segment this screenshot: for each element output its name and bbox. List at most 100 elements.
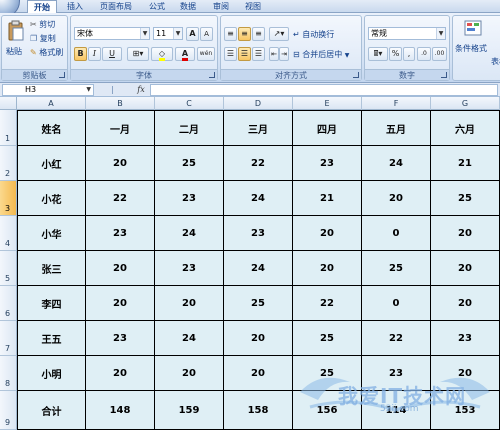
value-cell[interactable]: 0 <box>362 286 431 321</box>
clipboard-launcher-icon[interactable] <box>59 72 65 78</box>
column-header-c[interactable]: C <box>155 97 224 110</box>
row-header-4[interactable]: 4 <box>0 216 17 251</box>
value-cell[interactable]: 21 <box>431 146 500 181</box>
name-cell[interactable]: 小花 <box>17 181 86 216</box>
value-cell[interactable]: 23 <box>86 321 155 356</box>
value-cell[interactable]: 20 <box>362 181 431 216</box>
name-box[interactable]: H3 ▼ <box>2 84 94 96</box>
value-cell[interactable]: 20 <box>293 216 362 251</box>
column-header-f[interactable]: F <box>362 97 431 110</box>
value-cell[interactable]: 20 <box>86 356 155 391</box>
font-name-select[interactable]: 宋体 ▼ <box>74 27 150 40</box>
value-cell[interactable]: 25 <box>224 286 293 321</box>
header-cell[interactable]: 姓名 <box>17 110 86 146</box>
value-cell[interactable]: 148 <box>86 391 155 430</box>
value-cell[interactable]: 22 <box>362 321 431 356</box>
value-cell[interactable]: 20 <box>155 286 224 321</box>
row-header-1[interactable]: 1 <box>0 110 17 146</box>
value-cell[interactable]: 23 <box>86 216 155 251</box>
fill-color-button[interactable]: ◇ <box>151 47 173 61</box>
tab-insert[interactable]: 插入 <box>62 0 88 13</box>
value-cell[interactable]: 20 <box>224 356 293 391</box>
header-cell[interactable]: 五月 <box>362 110 431 146</box>
name-cell[interactable]: 李四 <box>17 286 86 321</box>
row-header-8[interactable]: 8 <box>0 356 17 391</box>
column-header-g[interactable]: G <box>431 97 500 110</box>
italic-button[interactable]: I <box>88 47 101 61</box>
orientation-button[interactable]: ↗▾ <box>269 27 289 41</box>
value-cell[interactable]: 20 <box>431 251 500 286</box>
row-header-5[interactable]: 5 <box>0 251 17 286</box>
shrink-font-button[interactable]: A <box>200 27 213 41</box>
align-right-button[interactable]: ☰ <box>252 47 265 61</box>
paste-button[interactable] <box>7 20 25 42</box>
value-cell[interactable]: 20 <box>431 356 500 391</box>
value-cell[interactable]: 25 <box>293 356 362 391</box>
value-cell[interactable]: 24 <box>224 181 293 216</box>
value-cell[interactable]: 22 <box>293 286 362 321</box>
font-size-select[interactable]: 11 ▼ <box>153 27 183 40</box>
value-cell[interactable]: 24 <box>224 251 293 286</box>
value-cell[interactable]: 22 <box>224 146 293 181</box>
value-cell[interactable]: 156 <box>293 391 362 430</box>
tab-page-layout[interactable]: 页面布局 <box>92 0 140 13</box>
formula-input[interactable] <box>150 84 498 96</box>
value-cell[interactable]: 25 <box>431 181 500 216</box>
value-cell[interactable]: 24 <box>155 321 224 356</box>
name-cell[interactable]: 张三 <box>17 251 86 286</box>
copy-button[interactable]: ❐ 复制 <box>30 33 56 44</box>
value-cell[interactable]: 153 <box>431 391 500 430</box>
bold-button[interactable]: B <box>74 47 87 61</box>
value-cell[interactable]: 23 <box>293 146 362 181</box>
value-cell[interactable]: 23 <box>155 251 224 286</box>
header-cell[interactable]: 四月 <box>293 110 362 146</box>
name-cell[interactable]: 小华 <box>17 216 86 251</box>
tab-view[interactable]: 视图 <box>240 0 266 13</box>
decrease-indent-button[interactable]: ⇤ <box>269 47 279 61</box>
font-launcher-icon[interactable] <box>209 72 215 78</box>
name-cell[interactable]: 小明 <box>17 356 86 391</box>
row-header-9[interactable]: 9 <box>0 391 17 430</box>
value-cell[interactable]: 20 <box>155 356 224 391</box>
currency-button[interactable]: 🖩▾ <box>368 47 388 61</box>
worksheet-grid[interactable]: 姓名 一月 二月 三月 四月 五月 六月 小红 20 25 22 23 24 21 小花 22 2… <box>17 110 500 430</box>
tab-home[interactable]: 开始 <box>27 0 57 14</box>
align-middle-button[interactable]: ≡ <box>238 27 251 41</box>
tab-review[interactable]: 审阅 <box>208 0 234 13</box>
value-cell[interactable]: 23 <box>431 321 500 356</box>
phonetic-button[interactable]: wén <box>197 47 215 61</box>
value-cell[interactable]: 25 <box>293 321 362 356</box>
value-cell[interactable]: 22 <box>86 181 155 216</box>
value-cell[interactable]: 20 <box>86 286 155 321</box>
value-cell[interactable]: 20 <box>431 286 500 321</box>
row-header-6[interactable]: 6 <box>0 286 17 321</box>
value-cell[interactable]: 159 <box>155 391 224 430</box>
header-cell[interactable]: 二月 <box>155 110 224 146</box>
value-cell[interactable]: 0 <box>362 216 431 251</box>
row-header-2[interactable]: 2 <box>0 146 17 181</box>
wrap-text-button[interactable]: ↵ 自动换行 <box>293 29 334 40</box>
decrease-decimal-button[interactable]: .00 <box>432 47 447 61</box>
name-cell[interactable]: 小红 <box>17 146 86 181</box>
increase-decimal-button[interactable]: .0 <box>417 47 431 61</box>
column-header-e[interactable]: E <box>293 97 362 110</box>
grow-font-button[interactable]: A <box>186 27 199 41</box>
select-all-corner[interactable] <box>0 97 17 110</box>
value-cell[interactable]: 21 <box>293 181 362 216</box>
row-header-3[interactable]: 3 <box>0 181 17 216</box>
value-cell[interactable]: 20 <box>86 251 155 286</box>
conditional-format-button[interactable] <box>463 19 485 39</box>
value-cell[interactable]: 114 <box>362 391 431 430</box>
format-painter-button[interactable]: ✎ 格式刷 <box>30 47 63 58</box>
font-color-button[interactable]: A <box>175 47 195 61</box>
align-top-button[interactable]: ≡ <box>224 27 237 41</box>
align-left-button[interactable]: ☰ <box>224 47 237 61</box>
row-header-7[interactable]: 7 <box>0 321 17 356</box>
column-header-d[interactable]: D <box>224 97 293 110</box>
value-cell[interactable]: 158 <box>224 391 293 430</box>
header-cell[interactable]: 三月 <box>224 110 293 146</box>
number-launcher-icon[interactable] <box>441 72 447 78</box>
column-header-b[interactable]: B <box>86 97 155 110</box>
percent-button[interactable]: % <box>389 47 402 61</box>
name-cell[interactable]: 合计 <box>17 391 86 430</box>
